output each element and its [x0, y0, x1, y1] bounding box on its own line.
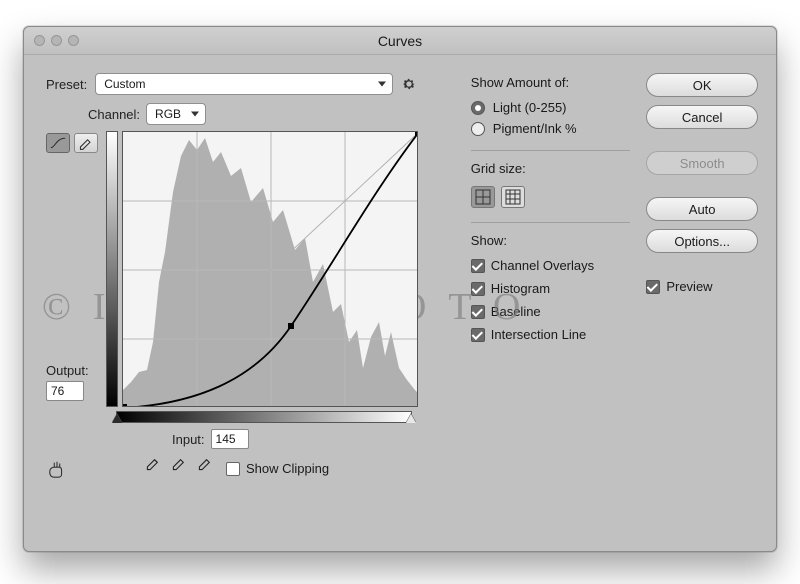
- window-title: Curves: [378, 33, 422, 49]
- grid-size-title: Grid size:: [471, 161, 631, 176]
- options-button[interactable]: Options...: [646, 229, 758, 253]
- targeted-adjust-icon[interactable]: [46, 459, 68, 479]
- preset-select[interactable]: Custom: [95, 73, 393, 95]
- auto-button[interactable]: Auto: [646, 197, 758, 221]
- curve-tool-button[interactable]: [46, 133, 70, 153]
- ok-button[interactable]: OK: [646, 73, 758, 97]
- channel-select[interactable]: RGB: [146, 103, 206, 125]
- radio-icon: [471, 122, 485, 136]
- checkbox-icon: [471, 305, 485, 319]
- smooth-button: Smooth: [646, 151, 758, 175]
- grid-coarse-button[interactable]: [471, 186, 495, 208]
- preview-checkbox[interactable]: Preview: [646, 279, 758, 294]
- minimize-icon[interactable]: [51, 35, 62, 46]
- grid-fine-button[interactable]: [501, 186, 525, 208]
- input-label: Input:: [172, 432, 205, 447]
- show-channel-overlays-checkbox[interactable]: Channel Overlays: [471, 258, 631, 273]
- black-point-slider[interactable]: [112, 414, 122, 423]
- black-eyedropper-icon[interactable]: [142, 457, 160, 480]
- output-gradient-strip: [106, 131, 118, 407]
- output-label: Output:: [46, 363, 89, 378]
- amount-light-radio[interactable]: Light (0-255): [471, 100, 631, 115]
- gear-icon[interactable]: [401, 76, 417, 92]
- output-field[interactable]: 76: [46, 381, 84, 401]
- show-title: Show:: [471, 233, 631, 248]
- gray-eyedropper-icon[interactable]: [168, 457, 186, 480]
- curves-graph[interactable]: [122, 131, 418, 407]
- white-eyedropper-icon[interactable]: [194, 457, 212, 480]
- show-histogram-checkbox[interactable]: Histogram: [471, 281, 631, 296]
- amount-pigment-radio[interactable]: Pigment/Ink %: [471, 121, 631, 136]
- pencil-tool-button[interactable]: [74, 133, 98, 153]
- zoom-icon[interactable]: [68, 35, 79, 46]
- white-point-slider[interactable]: [406, 414, 416, 423]
- checkbox-icon: [471, 282, 485, 296]
- show-amount-title: Show Amount of:: [471, 75, 631, 90]
- preset-label: Preset:: [46, 77, 87, 92]
- preset-value: Custom: [104, 77, 145, 91]
- show-baseline-checkbox[interactable]: Baseline: [471, 304, 631, 319]
- checkbox-icon: [226, 462, 240, 476]
- radio-icon: [471, 101, 485, 115]
- show-intersection-checkbox[interactable]: Intersection Line: [471, 327, 631, 342]
- window-controls: [34, 35, 79, 46]
- titlebar: Curves: [24, 27, 776, 55]
- input-gradient-strip[interactable]: [116, 411, 412, 423]
- checkbox-icon: [471, 328, 485, 342]
- checkbox-icon: [646, 280, 660, 294]
- curves-dialog: Curves ©IJOYERFOTO Preset: Custom: [23, 26, 777, 552]
- close-icon[interactable]: [34, 35, 45, 46]
- channel-value: RGB: [155, 107, 181, 121]
- checkbox-icon: [471, 259, 485, 273]
- cancel-button[interactable]: Cancel: [646, 105, 758, 129]
- show-clipping-checkbox[interactable]: Show Clipping: [226, 461, 329, 476]
- channel-label: Channel:: [88, 107, 140, 122]
- input-field[interactable]: 145: [211, 429, 249, 449]
